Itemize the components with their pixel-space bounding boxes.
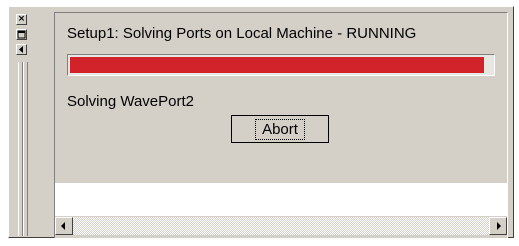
arrow-right-icon[interactable]	[489, 217, 507, 235]
progress-fill	[70, 57, 484, 73]
horizontal-scrollbar[interactable]	[55, 216, 507, 236]
status-text: Solving WavePort2	[67, 93, 195, 110]
arrow-left-icon[interactable]	[55, 217, 73, 235]
dock-grip[interactable]: ×	[12, 10, 34, 238]
log-area	[55, 183, 507, 217]
chevron-left-icon[interactable]	[16, 44, 27, 55]
abort-button[interactable]: Abort	[231, 115, 329, 143]
grip-bar[interactable]	[23, 62, 28, 236]
close-icon[interactable]: ×	[16, 14, 27, 25]
task-title: Setup1: Solving Ports on Local Machine -…	[67, 25, 417, 42]
progress-bar	[67, 54, 495, 76]
progress-pane: Setup1: Solving Ports on Local Machine -…	[54, 12, 508, 238]
abort-button-label: Abort	[255, 118, 305, 140]
maximize-icon[interactable]	[16, 29, 27, 40]
scrollbar-track[interactable]	[73, 217, 489, 235]
